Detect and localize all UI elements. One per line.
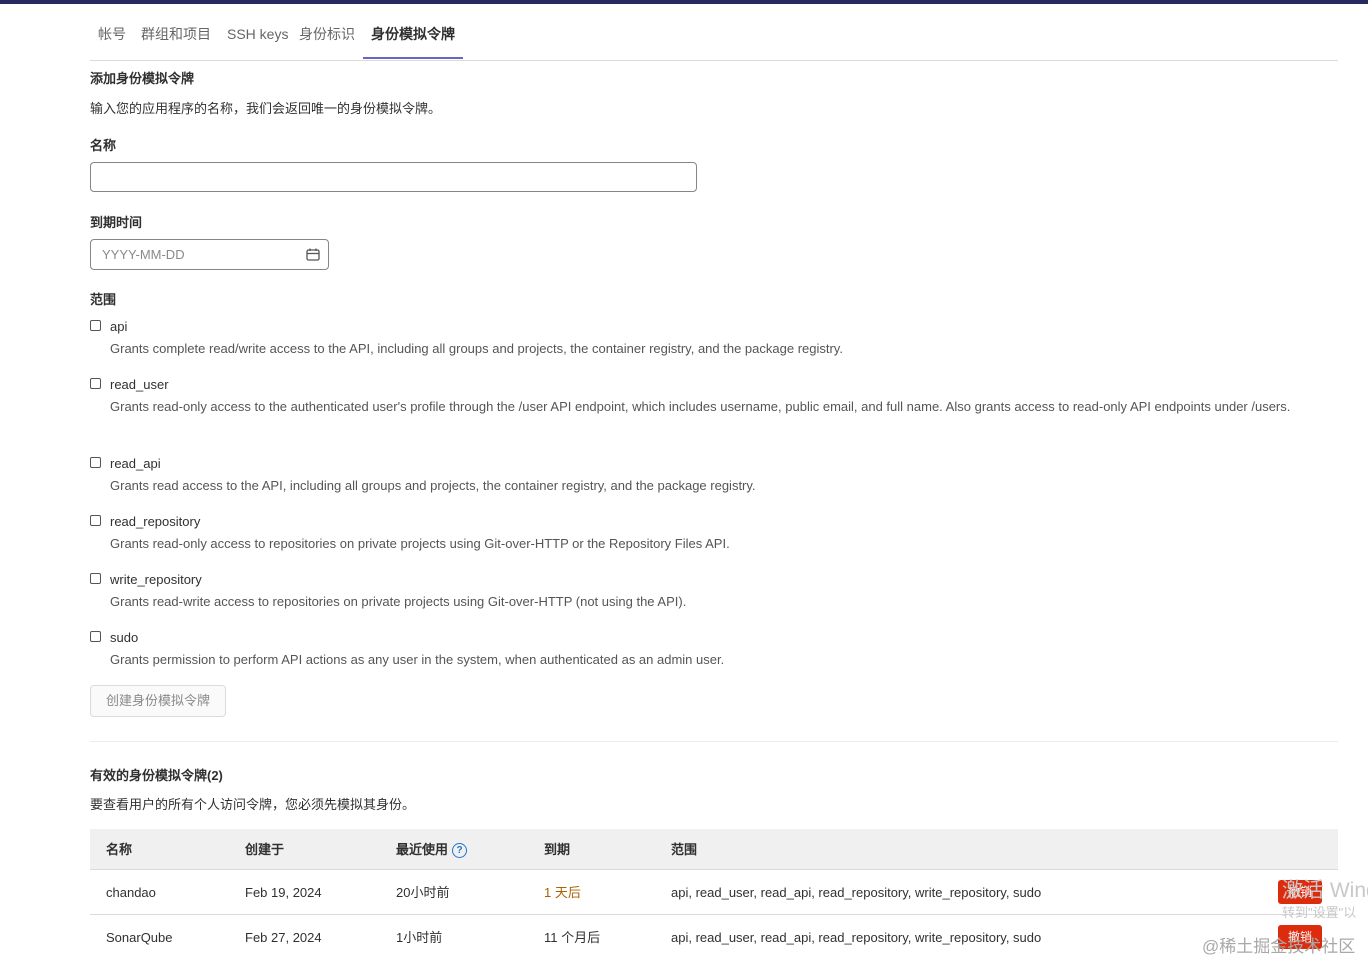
tab-impersonation-tokens[interactable]: 身份模拟令牌 (371, 4, 455, 60)
token-scopes: api, read_user, read_api, read_repositor… (671, 885, 1042, 900)
expiry-date-input[interactable] (91, 240, 328, 269)
scope-api-description: Grants complete read/write access to the… (110, 341, 843, 356)
token-created: Feb 19, 2024 (245, 885, 322, 900)
scope-write-repository-checkbox[interactable] (90, 573, 101, 584)
active-tokens-title: 有效的身份模拟令牌(2) (90, 768, 223, 783)
column-last-used: 最近使用? (396, 829, 468, 870)
column-expires: 到期 (544, 842, 571, 857)
token-scopes: api, read_user, read_api, read_repositor… (671, 930, 1042, 945)
token-name: chandao (106, 885, 156, 900)
name-input[interactable] (91, 163, 696, 191)
create-token-button[interactable]: 创建身份模拟令牌 (90, 685, 226, 717)
column-scopes: 范围 (671, 842, 698, 857)
name-label: 名称 (90, 138, 117, 153)
active-tokens-description: 要查看用户的所有个人访问令牌，您必须先模拟其身份。 (90, 797, 416, 812)
active-tab-indicator (363, 57, 463, 59)
scope-api-checkbox[interactable] (90, 320, 101, 331)
scope-read-user-description: Grants read-only access to the authentic… (110, 399, 1291, 414)
question-circle-icon[interactable]: ? (452, 843, 468, 859)
scope-read-repository-description: Grants read-only access to repositories … (110, 536, 730, 551)
scope-read-user-name: read_user (110, 377, 169, 392)
tokens-table-header: 名称 创建于 最近使用? 到期 范围 (90, 829, 1338, 870)
scope-label: 范围 (90, 292, 117, 307)
token-expires: 11 个月后 (544, 930, 601, 945)
scope-read-repository-checkbox[interactable] (90, 515, 101, 526)
watermark: @稀土掘金技术社区 (1202, 937, 1356, 956)
column-last-used-label: 最近使用 (396, 842, 449, 857)
calendar-icon[interactable] (306, 248, 320, 261)
add-token-title: 添加身份模拟令牌 (90, 71, 195, 86)
scope-write-repository-name: write_repository (110, 572, 202, 587)
column-name: 名称 (106, 842, 133, 857)
scope-read-user-checkbox[interactable] (90, 378, 101, 389)
token-last-used: 1小时前 (396, 930, 443, 945)
table-row: SonarQube Feb 27, 2024 1小时前 11 个月后 api, … (90, 915, 1338, 960)
token-name: SonarQube (106, 930, 173, 945)
windows-activation-line1: 激活 Wind (1282, 879, 1368, 902)
token-last-used: 20小时前 (396, 885, 450, 900)
scope-read-api-name: read_api (110, 456, 161, 471)
scope-sudo-checkbox[interactable] (90, 631, 101, 642)
column-created: 创建于 (245, 842, 285, 857)
expiry-label: 到期时间 (90, 215, 143, 230)
scope-read-repository-name: read_repository (110, 514, 201, 529)
token-created: Feb 27, 2024 (245, 930, 322, 945)
scope-read-api-checkbox[interactable] (90, 457, 101, 468)
profile-tabs: 帐号 群组和项目 SSH keys 身份标识 身份模拟令牌 (90, 4, 1338, 61)
expiry-input-wrapper (90, 239, 329, 270)
windows-activation-line2: 转到"设置"以 (1282, 905, 1357, 920)
token-expires: 1 天后 (544, 885, 581, 900)
tab-account[interactable]: 帐号 (98, 4, 126, 60)
scope-sudo-description: Grants permission to perform API actions… (110, 652, 725, 667)
section-divider (90, 741, 1338, 742)
tab-identities[interactable]: 身份标识 (299, 4, 355, 60)
scope-read-api-description: Grants read access to the API, including… (110, 478, 756, 493)
add-token-description: 输入您的应用程序的名称，我们会返回唯一的身份模拟令牌。 (90, 101, 442, 116)
table-row: chandao Feb 19, 2024 20小时前 1 天后 api, rea… (90, 870, 1338, 915)
scope-api-name: api (110, 319, 128, 334)
tab-ssh-keys[interactable]: SSH keys (227, 4, 288, 60)
scope-write-repository-description: Grants read-write access to repositories… (110, 594, 687, 609)
tab-groups-projects[interactable]: 群组和项目 (141, 4, 211, 60)
name-input-wrapper (90, 162, 697, 192)
scope-sudo-name: sudo (110, 630, 139, 645)
